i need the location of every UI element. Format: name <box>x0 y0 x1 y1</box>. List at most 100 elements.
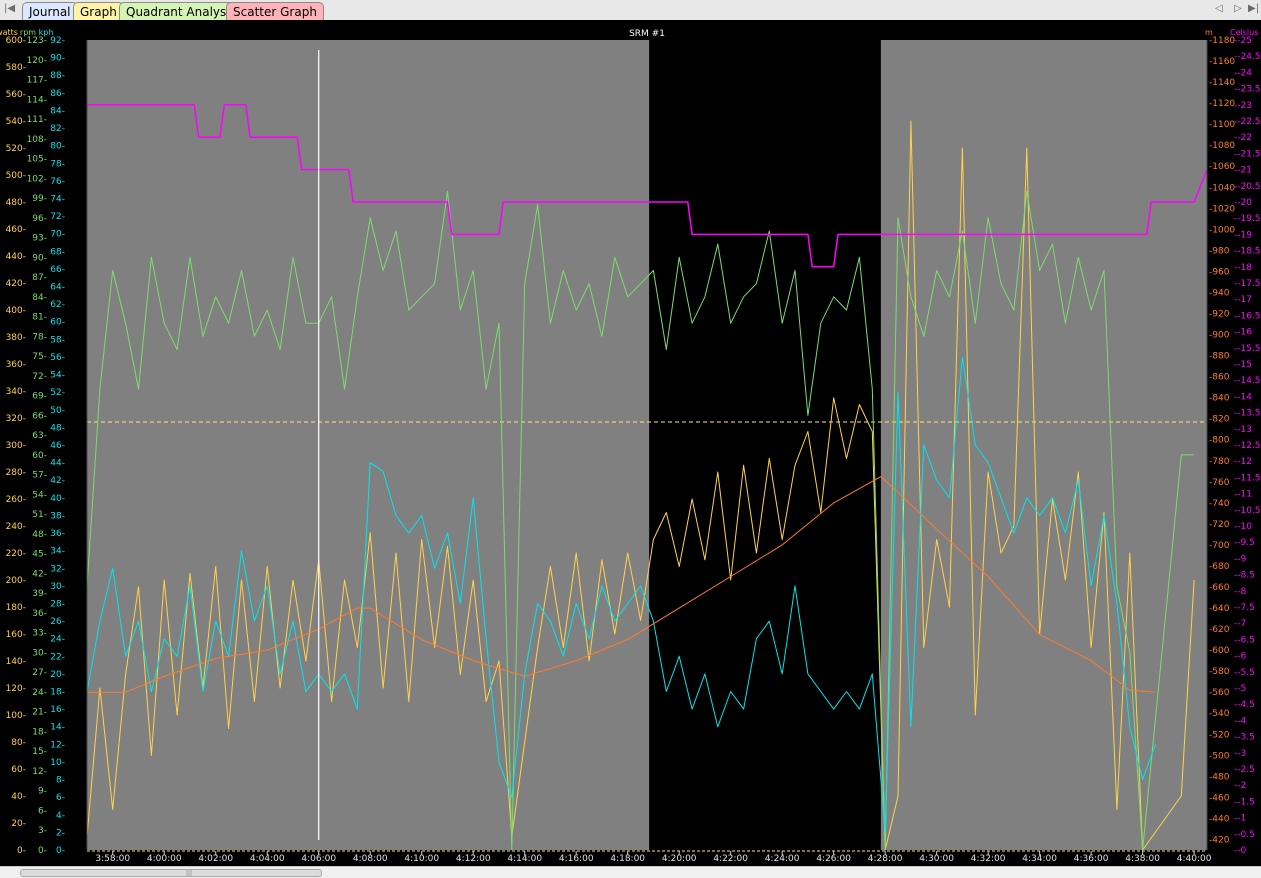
tick-label: 69- <box>32 392 47 402</box>
tick-label: --0 <box>1234 846 1246 856</box>
tick-label: 180- <box>6 603 26 613</box>
time-tick-label: 4:36:00 <box>1074 854 1109 864</box>
tick-label: 200- <box>6 576 26 586</box>
tick-label: 18- <box>50 688 65 698</box>
tick-label: -1120 <box>1209 99 1235 109</box>
tick-label: 44- <box>50 459 65 469</box>
tick-label: --5.5 <box>1234 668 1255 678</box>
tick-label: --22 <box>1234 133 1252 143</box>
tick-label: --14 <box>1234 392 1252 402</box>
tick-label: 52- <box>50 388 65 398</box>
tick-label: 20- <box>50 670 65 680</box>
tick-label: -700 <box>1209 541 1230 551</box>
horizontal-scrollbar[interactable]: ||| <box>0 866 1261 878</box>
tick-label: 30- <box>50 582 65 592</box>
tick-label: -780 <box>1209 457 1230 467</box>
tick-label: --19.5 <box>1234 214 1261 224</box>
tab-quadrant-analysis[interactable]: Quadrant Analysis <box>119 2 243 20</box>
tick-label: --1 <box>1234 814 1246 824</box>
tick-label: 320- <box>6 414 26 424</box>
grip-icon: ||| <box>186 870 193 877</box>
tick-label: -880 <box>1209 352 1230 362</box>
tick-label: --2 <box>1234 781 1246 791</box>
tick-label: 34- <box>50 547 65 557</box>
tick-label: --20 <box>1234 198 1252 208</box>
tick-label: 78- <box>32 332 47 342</box>
tick-label: --23.5 <box>1234 85 1261 95</box>
tick-label: --12 <box>1234 457 1252 467</box>
tick-label: 90- <box>50 54 65 64</box>
tick-label: 26- <box>50 617 65 627</box>
tick-label: --16.5 <box>1234 311 1261 321</box>
tick-label: --17.5 <box>1234 279 1261 289</box>
tab-label: Scatter Graph <box>233 5 317 19</box>
scrollbar-thumb[interactable]: ||| <box>20 869 322 877</box>
time-tick-label: 4:12:00 <box>456 854 491 864</box>
time-tick-label: 4:16:00 <box>559 854 594 864</box>
tick-label: 58- <box>50 335 65 345</box>
tick-label: 0- <box>56 846 65 856</box>
tab-scatter-graph[interactable]: Scatter Graph <box>226 2 324 20</box>
tick-label: 70- <box>50 230 65 240</box>
tick-label: 32- <box>50 564 65 574</box>
tick-label: 66- <box>32 411 47 421</box>
tick-label: 9- <box>38 787 47 797</box>
tick-label: 10- <box>50 758 65 768</box>
scroll-tabs-left-icon[interactable]: ◁ <box>1215 3 1223 14</box>
tick-label: --6 <box>1234 652 1246 662</box>
tick-label: 63- <box>32 431 47 441</box>
tick-label: 117- <box>27 76 47 86</box>
first-arrow-icon[interactable]: |◀ <box>4 3 15 14</box>
tick-label: -1080 <box>1209 141 1235 151</box>
tick-label: --15.5 <box>1234 344 1261 354</box>
tick-label: -460 <box>1209 793 1230 803</box>
tick-label: 108- <box>27 135 47 145</box>
tick-label: --4 <box>1234 716 1246 726</box>
tick-label: 260- <box>6 495 26 505</box>
tick-label: --23 <box>1234 101 1252 111</box>
tick-label: 80- <box>50 142 65 152</box>
tick-label: 500- <box>6 171 26 181</box>
tick-label: 75- <box>32 352 47 362</box>
tick-label: --19 <box>1234 230 1252 240</box>
srm-graph[interactable]: SRM #1watts0-20-40-60-80-100-120-140-160… <box>0 20 1261 866</box>
tick-label: 580- <box>6 63 26 73</box>
tick-label: 4- <box>56 811 65 821</box>
tick-label: -760 <box>1209 478 1230 488</box>
tick-label: -580 <box>1209 667 1230 677</box>
tick-label: 88- <box>50 71 65 81</box>
tick-label: --12.5 <box>1234 441 1261 451</box>
tick-label: 420- <box>6 279 26 289</box>
tick-label: --9 <box>1234 554 1246 564</box>
tab-label: Journal <box>29 5 71 19</box>
tick-label: 72- <box>32 372 47 382</box>
tick-label: 99- <box>32 194 47 204</box>
tick-label: -520 <box>1209 730 1230 740</box>
tab-journal[interactable]: Journal <box>22 2 78 20</box>
tick-label: -920 <box>1209 310 1230 320</box>
tick-label: --11.5 <box>1234 473 1261 483</box>
tick-label: 62- <box>50 300 65 310</box>
tick-label: 520- <box>6 144 26 154</box>
tick-label: 74- <box>50 194 65 204</box>
tick-label: --25 <box>1234 36 1252 46</box>
tick-label: -1180 <box>1209 36 1235 46</box>
tick-label: -600 <box>1209 646 1230 656</box>
tick-label: -440 <box>1209 814 1230 824</box>
last-arrow-icon[interactable]: ▶| <box>1248 3 1259 14</box>
time-tick-label: 4:04:00 <box>250 854 285 864</box>
tick-label: --10 <box>1234 522 1252 532</box>
tick-label: -680 <box>1209 562 1230 572</box>
tick-label: 76- <box>50 177 65 187</box>
tick-label: 93- <box>32 234 47 244</box>
time-tick-label: 4:26:00 <box>816 854 851 864</box>
time-tick-label: 4:22:00 <box>713 854 748 864</box>
tick-label: 54- <box>50 371 65 381</box>
scroll-tabs-right-icon[interactable]: ▷ <box>1234 3 1242 14</box>
tab-graph[interactable]: Graph <box>73 2 124 20</box>
tick-label: --5 <box>1234 684 1246 694</box>
tick-label: --10.5 <box>1234 506 1261 516</box>
tick-label: 380- <box>6 333 26 343</box>
tick-label: 84- <box>32 293 47 303</box>
tick-label: -860 <box>1209 373 1230 383</box>
